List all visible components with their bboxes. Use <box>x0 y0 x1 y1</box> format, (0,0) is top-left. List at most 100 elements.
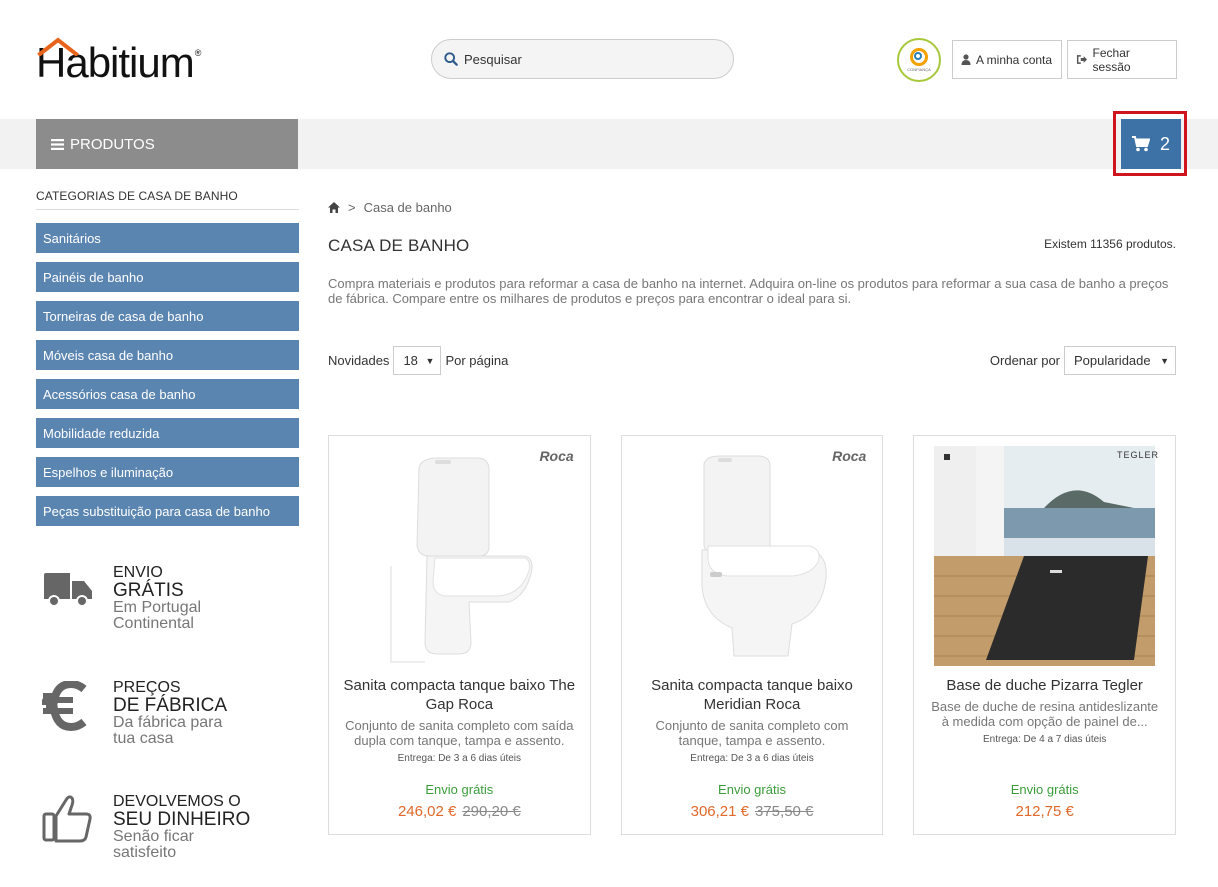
product-old-price: 290,20 € <box>462 803 521 820</box>
promo-line: SEU DINHEIRO <box>113 809 251 830</box>
sidebar-item-sanitarios[interactable]: Sanitários <box>36 223 299 253</box>
sidebar-item-espelhos[interactable]: Espelhos e iluminação <box>36 457 299 487</box>
order-control: Ordenar por Popularidade ▼ <box>990 346 1176 375</box>
nav-bar: PRODUTOS 2 <box>0 111 1218 176</box>
home-icon[interactable] <box>328 202 340 213</box>
promo-line: DEVOLVEMOS O <box>113 793 241 810</box>
header: Habitium ® CONFIANÇA A minha conta Fecha… <box>0 0 1218 119</box>
my-account-label: A minha conta <box>976 52 1053 67</box>
logo-registered: ® <box>194 48 202 58</box>
product-price-block: 212,75 € <box>914 803 1175 820</box>
promo-line: Senão ficar <box>113 828 194 845</box>
product-name[interactable]: Sanita compacta tanque baixo The Gap Roc… <box>339 676 580 714</box>
product-price-block: 306,21 € 375,50 € <box>622 803 883 820</box>
product-old-price: 375,50 € <box>755 803 814 820</box>
my-account-button[interactable]: A minha conta <box>952 40 1062 79</box>
site-logo[interactable]: Habitium ® <box>36 37 202 84</box>
order-value: Popularidade <box>1074 353 1151 368</box>
sort-bar: Novidades 18 ▼ Por página Ordenar por Po… <box>328 346 1176 375</box>
product-count: Existem 11356 produtos. <box>1044 237 1176 251</box>
product-grid: Roca Sanita compacta tanque baixo The Ga… <box>328 435 1177 835</box>
per-page-select[interactable]: 18 ▼ <box>393 346 442 375</box>
promo-line: GRÁTIS <box>113 580 184 601</box>
promo-text: DEVOLVEMOS O SEU DINHEIRO Senão ficar sa… <box>113 794 250 861</box>
sidebar-item-torneiras[interactable]: Torneiras de casa de banho <box>36 301 299 331</box>
user-icon <box>961 54 971 65</box>
free-shipping-label: Envio grátis <box>718 782 786 797</box>
product-price: 246,02 € <box>397 803 457 820</box>
sign-out-icon <box>1076 55 1088 64</box>
product-image[interactable] <box>642 446 863 666</box>
search-icon[interactable] <box>444 52 458 66</box>
sidebar-item-moveis[interactable]: Móveis casa de banho <box>36 340 299 370</box>
promo-line: tua casa <box>113 730 174 747</box>
trust-badge-label: CONFIANÇA <box>907 67 931 72</box>
product-price: 306,21 € <box>690 803 749 820</box>
promo-text: PREÇOS DE FÁBRICA Da fábrica para tua ca… <box>113 680 227 747</box>
thumbs-up-icon <box>42 795 92 843</box>
product-price: 212,75 € <box>1015 803 1074 820</box>
category-description: Compra materiais e produtos para reforma… <box>328 276 1169 306</box>
order-select[interactable]: Popularidade ▼ <box>1064 346 1176 375</box>
hamburger-icon <box>51 138 64 150</box>
logout-label: Fechar sessão <box>1092 45 1131 74</box>
truck-icon <box>44 573 92 607</box>
product-card[interactable]: TEGLER Base de duche Pizarra Tegler Base… <box>913 435 1177 835</box>
product-name[interactable]: Sanita compacta tanque baixo Meridian Ro… <box>632 676 873 714</box>
sidebar-item-pecas[interactable]: Peças substituição para casa de banho <box>36 496 299 526</box>
product-name[interactable]: Base de duche Pizarra Tegler <box>924 676 1165 695</box>
search-input[interactable] <box>464 51 714 67</box>
promo-money-back: DEVOLVEMOS O SEU DINHEIRO Senão ficar sa… <box>36 777 299 887</box>
search-box[interactable] <box>431 39 734 79</box>
promo-line: satisfeito <box>113 844 177 861</box>
product-delivery: Entrega: De 3 a 6 dias úteis <box>690 753 814 764</box>
sidebar-item-acessorios[interactable]: Acessórios casa de banho <box>36 379 299 409</box>
promo-line: DE FÁBRICA <box>113 695 228 716</box>
product-card[interactable]: Roca Sanita compacta tanque baixo Meridi… <box>620 435 884 835</box>
per-page-value: 18 <box>403 353 418 368</box>
promo-line: Em Portugal <box>113 599 202 616</box>
product-description: Conjunto de sanita completo com saída du… <box>345 718 574 748</box>
promo-line: ENVIO <box>113 564 163 581</box>
per-page-suffix: Por página <box>445 353 509 368</box>
breadcrumb-separator: > <box>348 200 356 215</box>
sidebar-item-mobilidade[interactable]: Mobilidade reduzida <box>36 418 299 448</box>
products-menu-button[interactable]: PRODUTOS <box>36 119 298 169</box>
product-delivery: Entrega: De 3 a 6 dias úteis <box>397 753 522 764</box>
product-description: Conjunto de sanita completo com tanque, … <box>655 718 849 748</box>
promo-free-shipping: ENVIO GRÁTIS Em Portugal Continental <box>36 557 299 667</box>
cart-count: 2 <box>1159 133 1170 154</box>
product-image[interactable] <box>934 446 1156 666</box>
breadcrumb: > Casa de banho <box>328 200 452 215</box>
page-title: CASA DE BANHO <box>328 236 470 255</box>
per-page-control: Novidades 18 ▼ Por página <box>328 346 508 375</box>
product-description: Base de duche de resina antideslizante à… <box>931 699 1159 729</box>
brand-logo: Roca <box>539 448 574 464</box>
cart-button[interactable]: 2 <box>1121 119 1181 169</box>
products-menu-label: PRODUTOS <box>70 135 155 153</box>
trust-badge[interactable]: CONFIANÇA <box>897 38 941 82</box>
promo-line: PREÇOS <box>113 679 181 696</box>
product-image[interactable] <box>349 446 570 666</box>
promo-factory-prices: PREÇOS DE FÁBRICA Da fábrica para tua ca… <box>36 667 299 777</box>
brand-logo: Roca <box>832 448 867 464</box>
cart-icon <box>1131 136 1150 152</box>
promo-line: Continental <box>113 615 194 632</box>
logout-button[interactable]: Fechar sessão <box>1067 40 1177 79</box>
caret-down-icon: ▼ <box>425 355 435 366</box>
product-delivery: Entrega: De 4 a 7 dias úteis <box>982 734 1107 745</box>
roof-icon <box>37 37 79 56</box>
trust-badge-icon <box>910 48 928 66</box>
promo-text: ENVIO GRÁTIS Em Portugal Continental <box>113 565 201 632</box>
free-shipping-label: Envio grátis <box>1010 782 1079 797</box>
promo-line: Da fábrica para <box>113 714 223 731</box>
euro-icon <box>42 681 87 731</box>
category-list: Sanitários Painéis de banho Torneiras de… <box>36 223 299 526</box>
breadcrumb-current[interactable]: Casa de banho <box>364 200 452 215</box>
sidebar-item-paineis[interactable]: Painéis de banho <box>36 262 299 292</box>
per-page-prefix: Novidades <box>328 353 390 368</box>
product-price-block: 246,02 € 290,20 € <box>329 803 590 820</box>
sidebar: CATEGORIAS DE CASA DE BANHO Sanitários P… <box>36 169 299 887</box>
product-card[interactable]: Roca Sanita compacta tanque baixo The Ga… <box>328 435 591 835</box>
free-shipping-label: Envio grátis <box>425 782 494 797</box>
